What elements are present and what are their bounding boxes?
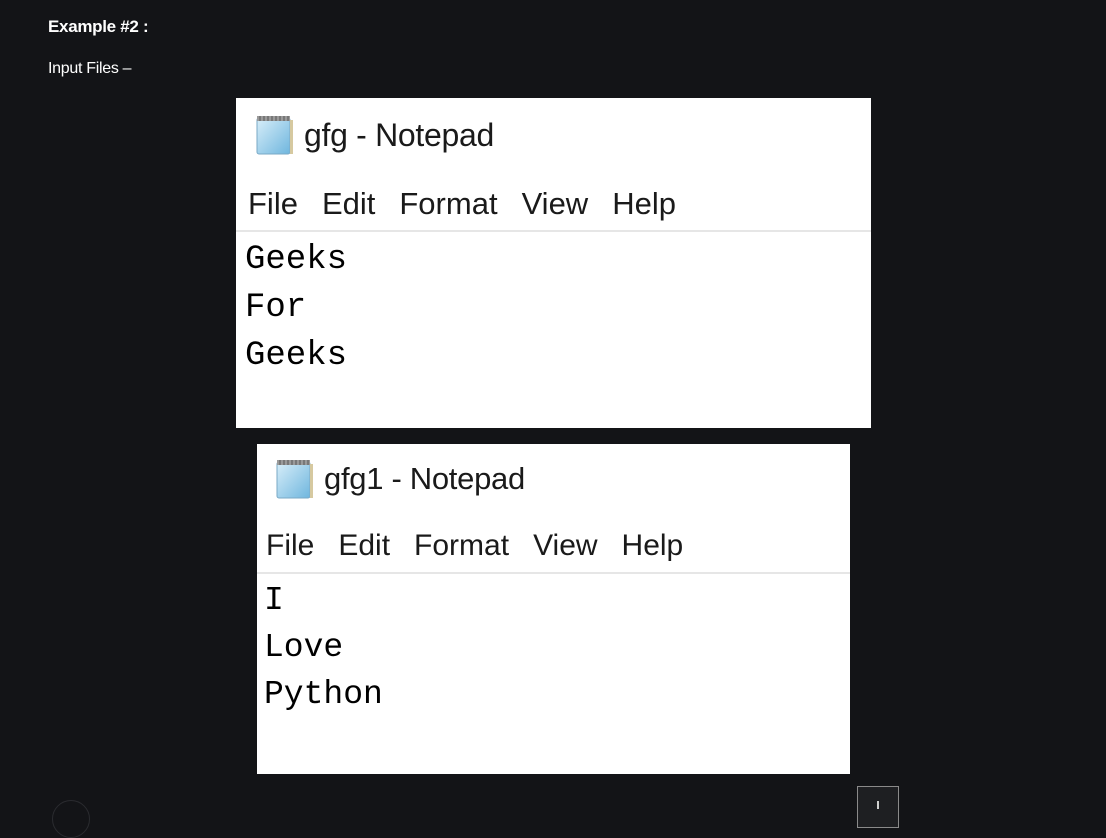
- text-line: Love: [264, 629, 344, 666]
- menu-view: View: [521, 186, 589, 221]
- menu-view: View: [533, 529, 598, 562]
- text-line: Geeks: [245, 241, 348, 279]
- scroll-to-top-button[interactable]: [857, 786, 899, 828]
- menu-help: Help: [621, 529, 684, 562]
- notepad-icon: [274, 456, 314, 502]
- menu-edit: Edit: [321, 186, 376, 221]
- notepad-text-content: I Love Python: [264, 577, 383, 718]
- notepad-icon: [254, 112, 294, 158]
- notepad-screenshot-gfg: gfg - Notepad File Edit Format View Help…: [236, 98, 871, 428]
- text-line: For: [245, 289, 307, 327]
- notepad-menubar: File Edit Format View Help: [248, 186, 676, 222]
- notepad-text-content: Geeks For Geeks: [245, 236, 347, 380]
- text-line: Python: [264, 676, 383, 713]
- menu-divider: [236, 230, 871, 232]
- menu-format: Format: [414, 529, 510, 562]
- notepad-title: gfg1 - Notepad: [324, 461, 525, 496]
- text-line: Geeks: [245, 337, 348, 375]
- notepad-menubar: File Edit Format View Help: [266, 529, 683, 563]
- arrow-up-icon: [877, 801, 879, 809]
- notepad-titlebar: gfg - Notepad: [254, 112, 494, 158]
- notepad-title: gfg - Notepad: [304, 116, 495, 153]
- menu-help: Help: [612, 186, 676, 221]
- example-heading: Example #2 :: [48, 17, 149, 36]
- menu-divider: [257, 572, 850, 574]
- menu-edit: Edit: [338, 529, 391, 562]
- text-line: I: [264, 582, 284, 619]
- menu-file: File: [248, 186, 298, 221]
- notepad-screenshot-gfg1: gfg1 - Notepad File Edit Format View Hel…: [257, 444, 850, 774]
- menu-file: File: [266, 529, 315, 562]
- input-files-label: Input Files –: [48, 60, 132, 77]
- notepad-titlebar: gfg1 - Notepad: [274, 456, 525, 502]
- menu-format: Format: [399, 186, 498, 221]
